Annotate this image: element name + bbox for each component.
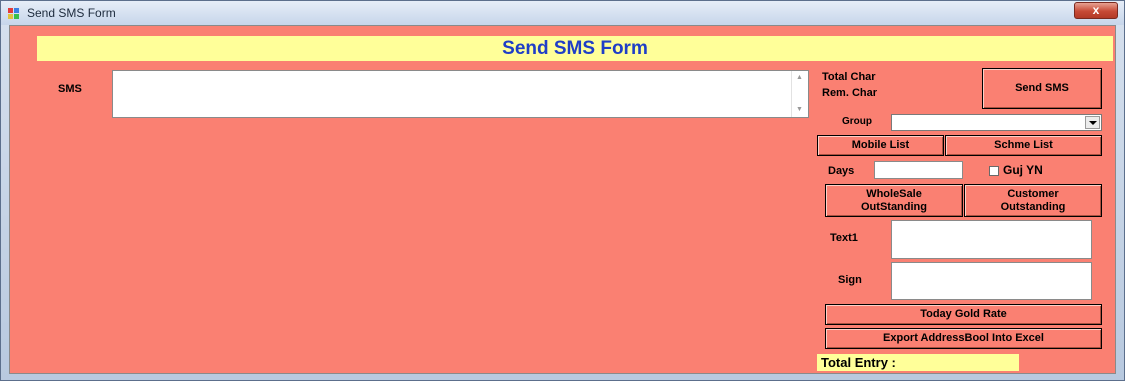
sms-scrollbar[interactable]: ▲ ▼ <box>791 71 808 117</box>
sign-label: Sign <box>838 274 862 286</box>
scroll-up-icon[interactable]: ▲ <box>796 74 803 81</box>
mobile-list-button[interactable]: Mobile List <box>817 135 944 156</box>
sms-label: SMS <box>58 83 82 95</box>
wholesale-line1: WholeSale <box>866 187 922 200</box>
window-title: Send SMS Form <box>27 6 116 20</box>
text1-label: Text1 <box>830 232 858 244</box>
total-entry-label: Total Entry : <box>817 354 1019 371</box>
form-body: Send SMS Form SMS ▲ ▼ Total Char Rem. Ch… <box>9 25 1116 374</box>
days-input[interactable] <box>874 161 963 179</box>
app-window: Send SMS Form x Send SMS Form SMS ▲ ▼ To… <box>0 0 1125 381</box>
form-header: Send SMS Form <box>37 36 1113 61</box>
group-label: Group <box>842 116 872 127</box>
schme-list-button[interactable]: Schme List <box>945 135 1102 156</box>
scroll-down-icon[interactable]: ▼ <box>796 106 803 113</box>
chevron-down-icon[interactable] <box>1085 116 1100 129</box>
wholesale-outstanding-button[interactable]: WholeSale OutStanding <box>825 184 963 217</box>
send-sms-button[interactable]: Send SMS <box>982 68 1102 109</box>
guj-yn-label: Guj YN <box>1003 163 1043 177</box>
group-dropdown[interactable] <box>891 114 1102 131</box>
customer-line1: Customer <box>1007 187 1059 200</box>
text1-input[interactable] <box>891 220 1092 259</box>
close-button[interactable]: x <box>1074 2 1118 19</box>
total-char-label: Total Char <box>822 71 876 83</box>
app-icon <box>8 8 19 19</box>
export-excel-button[interactable]: Export AddressBool Into Excel <box>825 328 1102 349</box>
guj-yn-checkbox[interactable] <box>989 166 999 176</box>
title-bar[interactable]: Send SMS Form x <box>1 1 1124 25</box>
sms-textarea[interactable]: ▲ ▼ <box>112 70 809 118</box>
rem-char-label: Rem. Char <box>822 87 878 99</box>
days-label: Days <box>828 165 855 177</box>
sign-input[interactable] <box>891 262 1092 300</box>
customer-outstanding-button[interactable]: Customer Outstanding <box>964 184 1102 217</box>
customer-line2: Outstanding <box>1000 200 1066 213</box>
today-gold-rate-button[interactable]: Today Gold Rate <box>825 304 1102 325</box>
wholesale-line2: OutStanding <box>861 200 927 213</box>
